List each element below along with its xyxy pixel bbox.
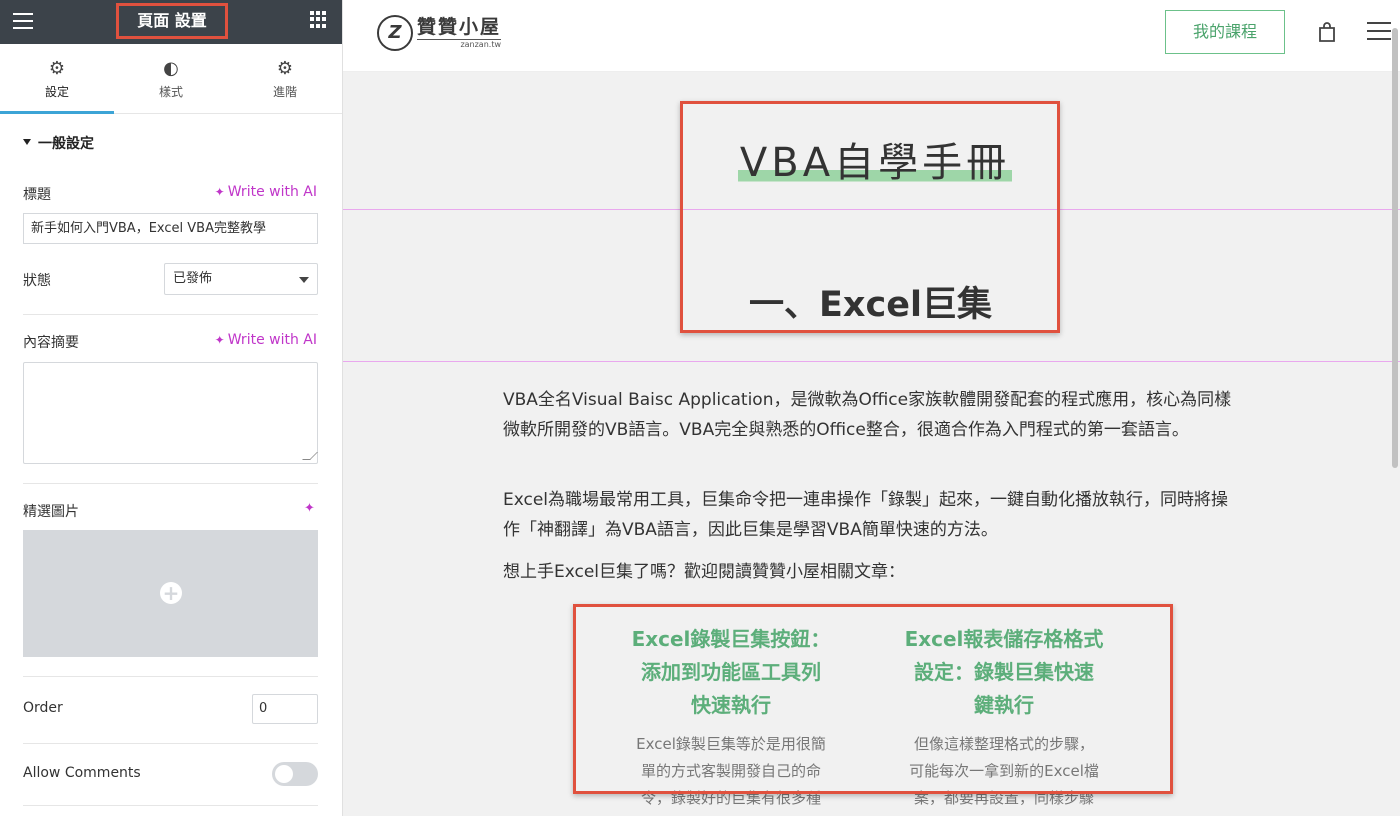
my-course-button[interactable]: 我的課程	[1165, 10, 1285, 54]
sparkle-icon[interactable]: ✦	[304, 501, 315, 516]
paragraph: VBA全名Visual Baisc Application，是微軟為Office…	[503, 390, 1232, 440]
resize-handle-icon[interactable]	[302, 452, 318, 460]
site-logo[interactable]: Z 贊贊小屋 zanzan.tw	[377, 13, 502, 53]
editor-sidebar: 頁面 設置 ⚙ 設定 ◐ 樣式 ⚙ 進階 一般設定 標題 ✦ Write with…	[0, 0, 343, 816]
page-preview: Z 贊贊小屋 zanzan.tw 我的課程 VBA自學手冊 一、Excel巨集 …	[343, 0, 1400, 816]
divider	[23, 676, 318, 677]
tab-settings-label: 設定	[44, 85, 69, 99]
scrollbar[interactable]	[1392, 28, 1398, 468]
allow-comments-label: Allow Comments	[23, 765, 141, 781]
divider	[23, 314, 318, 315]
paragraph: 想上手Excel巨集了嗎？歡迎閱讀贊贊小屋相關文章：	[503, 562, 906, 582]
site-header: Z 贊贊小屋 zanzan.tw 我的課程	[343, 0, 1400, 72]
tab-settings[interactable]: ⚙ 設定	[0, 44, 114, 114]
order-label: Order	[23, 700, 63, 716]
status-label: 狀態	[23, 273, 51, 289]
featured-image-label: 精選圖片	[23, 504, 79, 520]
write-with-ai-excerpt-link[interactable]: ✦ Write with AI	[215, 332, 317, 348]
logo-name: 贊贊小屋	[417, 15, 502, 38]
sparkle-icon: ✦	[214, 333, 225, 347]
toggle-knob	[275, 765, 293, 783]
contrast-icon: ◐	[163, 58, 179, 79]
caret-down-icon	[23, 139, 31, 145]
shopping-bag-icon[interactable]	[1318, 22, 1336, 42]
logo-wordmark: 贊贊小屋 zanzan.tw	[417, 15, 502, 49]
section-title: 一般設定	[38, 136, 94, 152]
allow-comments-toggle[interactable]	[272, 762, 318, 786]
order-input[interactable]: 0	[252, 694, 318, 724]
sidebar-header: 頁面 設置	[0, 0, 342, 44]
sidebar-tabs: ⚙ 設定 ◐ 樣式 ⚙ 進階	[0, 44, 342, 114]
hamburger-menu-icon[interactable]	[13, 13, 33, 29]
section-guide-line	[343, 361, 1400, 362]
status-value: 已發佈	[173, 271, 213, 286]
paragraph: Excel為職場最常用工具，巨集命令把一連串操作「錄製」起來，一鍵自動化播放執行…	[503, 490, 1229, 540]
tab-advanced-label: 進階	[272, 85, 297, 99]
write-ai-label: Write with AI	[227, 332, 317, 348]
gear-icon: ⚙	[276, 58, 294, 79]
divider	[23, 483, 318, 484]
gear-icon: ⚙	[48, 58, 66, 79]
sparkle-icon: ✦	[214, 185, 225, 199]
featured-image-picker[interactable]: +	[23, 530, 318, 657]
tab-advanced[interactable]: ⚙ 進階	[228, 44, 342, 113]
general-settings-toggle[interactable]: 一般設定	[23, 133, 94, 153]
status-select[interactable]: 已發佈	[164, 263, 318, 295]
divider	[23, 805, 318, 806]
highlight-box	[680, 101, 1060, 333]
tab-style-label: 樣式	[158, 85, 183, 99]
title-label: 標題	[23, 187, 51, 203]
logo-mark: Z	[377, 15, 413, 51]
excerpt-label: 內容摘要	[23, 335, 79, 351]
excerpt-textarea[interactable]	[23, 362, 318, 464]
tab-style[interactable]: ◐ 樣式	[114, 44, 228, 113]
divider	[23, 743, 318, 744]
title-input[interactable]: 新手如何入門VBA，Excel VBA完整教學	[23, 213, 318, 244]
apps-grid-icon[interactable]	[310, 11, 327, 28]
sidebar-title: 頁面 設置	[116, 3, 228, 39]
write-with-ai-title-link[interactable]: ✦ Write with AI	[215, 184, 317, 200]
highlight-box	[573, 604, 1173, 794]
plus-icon: +	[160, 582, 182, 604]
chevron-down-icon	[299, 277, 309, 283]
logo-domain: zanzan.tw	[417, 38, 502, 49]
write-ai-label: Write with AI	[227, 184, 317, 200]
hamburger-menu-icon[interactable]	[1367, 22, 1391, 40]
